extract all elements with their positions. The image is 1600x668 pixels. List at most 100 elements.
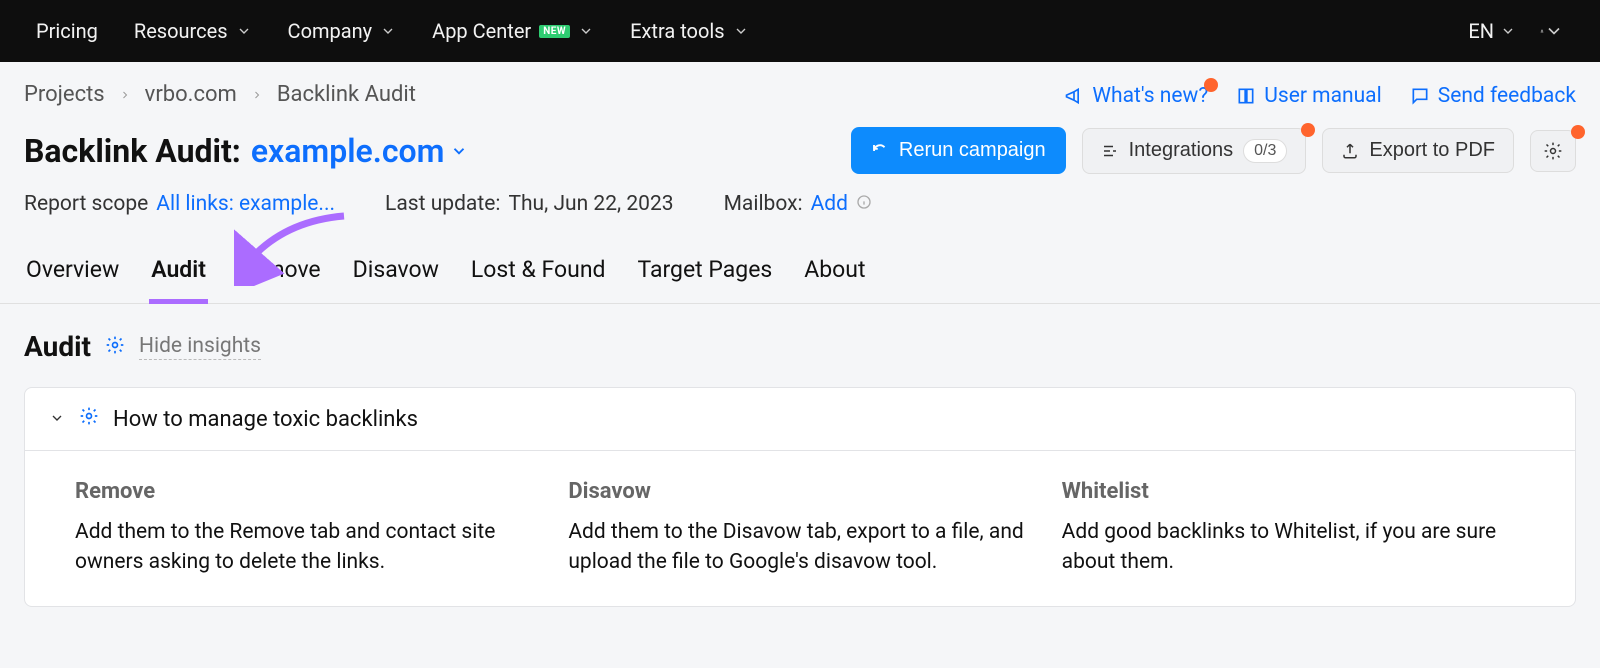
col-body: Add good backlinks to Whitelist, if you …: [1062, 518, 1525, 578]
tab-audit[interactable]: Audit: [149, 256, 208, 304]
breadcrumb-item[interactable]: Backlink Audit: [277, 82, 416, 107]
info-label: Last update:: [385, 192, 500, 216]
chevron-down-icon: [450, 142, 468, 160]
topnav-right: EN: [1468, 19, 1564, 43]
insights-card-header[interactable]: How to manage toxic backlinks: [25, 388, 1575, 451]
info-value: Thu, Jun 22, 2023: [508, 192, 673, 216]
chevron-right-icon: [251, 82, 263, 107]
mailbox-add-link[interactable]: Add: [811, 192, 848, 216]
chevron-down-icon: [1500, 23, 1516, 39]
title-row: Backlink Audit: example.com Rerun campai…: [24, 127, 1576, 174]
link-label: User manual: [1264, 84, 1381, 108]
nav-label: Resources: [134, 19, 228, 43]
col-title: Whitelist: [1062, 479, 1525, 504]
btn-label: Rerun campaign: [899, 139, 1046, 162]
user-avatar[interactable]: [1540, 19, 1564, 43]
chevron-right-icon: [119, 82, 131, 107]
info-label: Report scope: [24, 192, 148, 216]
mailbox: Mailbox: Add: [724, 192, 872, 216]
breadcrumb-item[interactable]: vrbo.com: [145, 82, 237, 107]
export-pdf-button[interactable]: Export to PDF: [1322, 128, 1514, 173]
col-body: Add them to the Disavow tab, export to a…: [568, 518, 1031, 578]
user-manual-link[interactable]: User manual: [1236, 84, 1381, 108]
col-title: Remove: [75, 479, 538, 504]
col-title: Disavow: [568, 479, 1031, 504]
toggle-label: Hide insights: [139, 334, 261, 358]
hide-insights-toggle[interactable]: Hide insights: [139, 334, 261, 360]
chevron-down-icon: [733, 23, 749, 39]
tab-lost-found[interactable]: Lost & Found: [469, 256, 608, 303]
chevron-down-icon: [236, 23, 252, 39]
lang-label: EN: [1468, 19, 1494, 43]
chevron-down-icon: [49, 407, 65, 432]
nav-app-center[interactable]: App Center new: [432, 19, 594, 43]
col-remove: Remove Add them to the Remove tab and co…: [75, 479, 538, 578]
link-label: Send feedback: [1438, 84, 1576, 108]
tab-remove[interactable]: Remove: [236, 256, 323, 303]
domain-label: example.com: [251, 132, 445, 170]
notification-dot: [1204, 78, 1218, 92]
header-links: What's new? User manual Send feedback: [1064, 84, 1576, 108]
megaphone-icon: [1064, 86, 1084, 106]
settings-button[interactable]: [1530, 130, 1576, 172]
tab-disavow[interactable]: Disavow: [351, 256, 441, 303]
page-title: Backlink Audit: example.com: [24, 132, 468, 170]
info-icon[interactable]: [856, 192, 872, 216]
gear-icon: [1543, 141, 1563, 161]
nav-company[interactable]: Company: [288, 19, 397, 43]
chevron-down-icon: [1544, 21, 1564, 41]
last-update: Last update: Thu, Jun 22, 2023: [385, 192, 674, 216]
btn-label: Integrations: [1129, 139, 1234, 162]
gear-icon[interactable]: [105, 335, 125, 359]
nav-label: Extra tools: [630, 19, 724, 43]
topnav-left: Pricing Resources Company App Center new…: [36, 19, 749, 43]
section-title: Audit: [24, 330, 91, 363]
integrations-button[interactable]: Integrations 0/3: [1082, 128, 1307, 174]
new-badge: new: [539, 25, 570, 38]
refresh-icon: [871, 142, 889, 160]
col-body: Add them to the Remove tab and contact s…: [75, 518, 538, 578]
title-prefix: Backlink Audit:: [24, 132, 241, 170]
tabs: Overview Audit Remove Disavow Lost & Fou…: [0, 256, 1600, 304]
tab-overview[interactable]: Overview: [24, 256, 121, 303]
export-icon: [1341, 142, 1359, 160]
col-disavow: Disavow Add them to the Disavow tab, exp…: [568, 479, 1031, 578]
card-title: How to manage toxic backlinks: [113, 407, 418, 432]
nav-pricing[interactable]: Pricing: [36, 19, 98, 43]
info-label: Mailbox:: [724, 192, 803, 216]
report-scope: Report scope All links: example...: [24, 192, 335, 216]
notification-dot: [1301, 123, 1315, 137]
audit-section: Audit Hide insights How to manage toxic …: [24, 304, 1576, 633]
insights-card-body: Remove Add them to the Remove tab and co…: [25, 451, 1575, 606]
topnav: Pricing Resources Company App Center new…: [0, 0, 1600, 62]
rerun-campaign-button[interactable]: Rerun campaign: [851, 127, 1066, 174]
nav-label: Company: [288, 19, 373, 43]
link-label: What's new?: [1092, 84, 1208, 108]
chevron-down-icon: [380, 23, 396, 39]
insights-card: How to manage toxic backlinks Remove Add…: [24, 387, 1576, 607]
info-line: Report scope All links: example... Last …: [24, 192, 1576, 216]
gear-icon: [79, 406, 99, 432]
integrations-count: 0/3: [1243, 139, 1287, 163]
language-selector[interactable]: EN: [1468, 19, 1516, 43]
report-scope-link[interactable]: All links: example...: [156, 192, 335, 216]
nav-label: App Center: [432, 19, 531, 43]
send-feedback-link[interactable]: Send feedback: [1410, 84, 1576, 108]
nav-label: Pricing: [36, 19, 98, 43]
actions: Rerun campaign Integrations 0/3 Export t…: [851, 127, 1576, 174]
tab-about[interactable]: About: [802, 256, 867, 303]
whats-new-link[interactable]: What's new?: [1064, 84, 1208, 108]
nav-resources[interactable]: Resources: [134, 19, 252, 43]
nav-extra-tools[interactable]: Extra tools: [630, 19, 748, 43]
breadcrumb-item[interactable]: Projects: [24, 82, 105, 107]
book-icon: [1236, 86, 1256, 106]
integrations-icon: [1101, 142, 1119, 160]
tab-target-pages[interactable]: Target Pages: [636, 256, 775, 303]
breadcrumb: Projects vrbo.com Backlink Audit: [24, 82, 1064, 107]
header-row: Projects vrbo.com Backlink Audit What's …: [24, 82, 1576, 127]
btn-label: Export to PDF: [1369, 139, 1495, 162]
chevron-down-icon: [578, 23, 594, 39]
notification-dot: [1571, 125, 1585, 139]
domain-selector[interactable]: example.com: [251, 132, 469, 170]
col-whitelist: Whitelist Add good backlinks to Whitelis…: [1062, 479, 1525, 578]
